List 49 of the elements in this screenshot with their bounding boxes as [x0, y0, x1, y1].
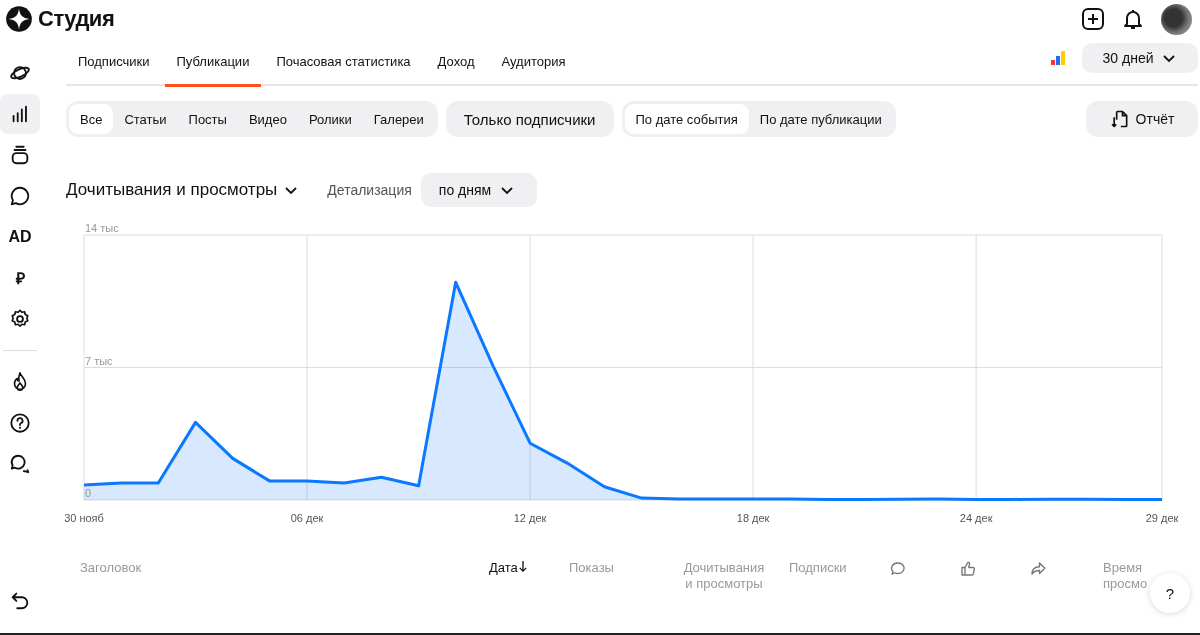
help-icon: [9, 412, 31, 434]
sidebar-button[interactable]: ₽: [0, 258, 40, 298]
column-header[interactable]: Дата: [489, 560, 518, 576]
y-axis-label: 0: [85, 487, 92, 499]
x-axis-label: 24 дек: [959, 512, 993, 524]
sort-arrow-icon: [517, 560, 528, 573]
detail-dropdown[interactable]: по дням: [420, 173, 538, 207]
bar-chart-icon: [1050, 50, 1066, 66]
period-dropdown[interactable]: 30 дней: [1082, 43, 1198, 73]
subscribers-filter-button[interactable]: Только подписчики: [445, 101, 614, 137]
filter-chip[interactable]: Видео: [237, 104, 298, 134]
add-icon[interactable]: [1081, 7, 1105, 31]
date-mode-option[interactable]: По дате события: [624, 104, 749, 134]
share-icon[interactable]: [1029, 560, 1047, 578]
comment-icon[interactable]: [889, 560, 907, 578]
metric-dropdown[interactable]: Дочитывания и просмотры: [66, 180, 300, 200]
logo-text: Студия: [38, 6, 115, 32]
filter-chip[interactable]: Все: [69, 104, 114, 134]
y-axis-label: 7 тыс: [85, 354, 113, 367]
filter-chip[interactable]: Статьи: [113, 104, 178, 134]
filter-chip[interactable]: Посты: [177, 104, 238, 134]
bell-icon[interactable]: [1121, 7, 1145, 31]
tab[interactable]: Аудитория: [489, 38, 578, 87]
sidebar-button[interactable]: AD: [0, 217, 40, 257]
filter-chip[interactable]: Галереи: [362, 104, 435, 134]
x-axis-label: 18 дек: [736, 512, 770, 524]
settings-icon: [9, 308, 31, 330]
speech-bubble-icon: [9, 185, 31, 207]
x-axis-label: 12 дек: [513, 512, 547, 524]
y-axis-label: 14 тыс: [85, 224, 119, 234]
document-download-icon: [1109, 109, 1130, 129]
tab[interactable]: Доход: [425, 38, 487, 87]
x-axis-label: 06 дек: [290, 512, 324, 524]
x-axis-label: 29 дек: [1145, 512, 1179, 524]
tab[interactable]: Подписчики: [66, 38, 162, 87]
help-button[interactable]: ?: [1150, 573, 1190, 613]
thumbs-up-icon[interactable]: [959, 560, 977, 578]
logo-icon: [5, 5, 33, 33]
report-button[interactable]: Отчёт: [1086, 101, 1198, 137]
date-mode-option[interactable]: По дате публикации: [748, 104, 893, 134]
tab[interactable]: Публикации: [164, 38, 262, 87]
chat-bubbles-icon: [9, 453, 31, 475]
x-axis-label: 30 нояб: [64, 512, 104, 524]
sidebar-button[interactable]: [0, 94, 40, 134]
detail-label: Детализация: [327, 182, 412, 198]
avatar[interactable]: [1161, 3, 1192, 35]
tab[interactable]: Почасовая статистика: [264, 38, 423, 87]
stack-icon: [9, 144, 31, 166]
filter-chip[interactable]: Ролики: [297, 104, 363, 134]
